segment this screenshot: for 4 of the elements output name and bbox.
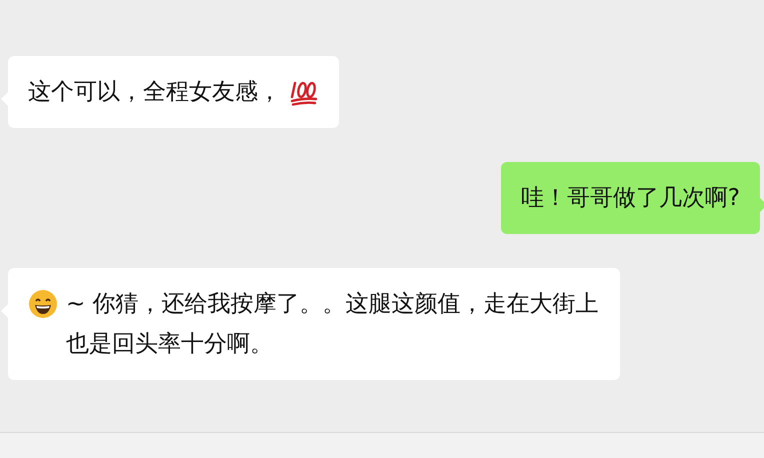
smiley-icon xyxy=(28,289,58,319)
message-text: 哇！哥哥做了几次啊? xyxy=(520,184,740,213)
message-text: 这个可以，全程女友感， xyxy=(28,78,281,107)
message-text: ~ 你猜，还给我按摩了。。这腿这颜值，走在大街上也是回头率十分啊。 xyxy=(66,290,600,359)
